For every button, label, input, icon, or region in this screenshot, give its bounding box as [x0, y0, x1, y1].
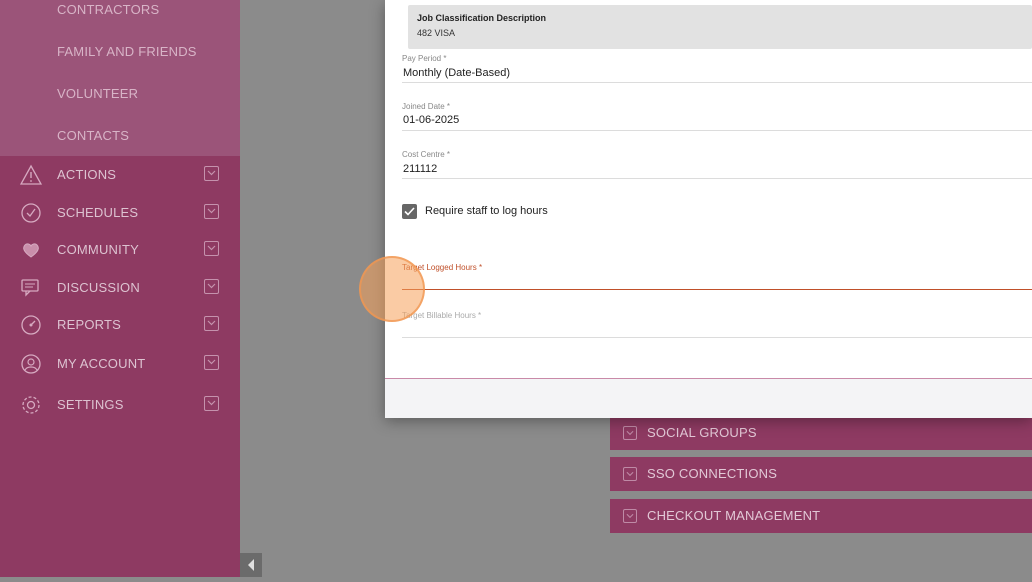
sidebar-item-actions[interactable]: ACTIONS — [0, 156, 240, 192]
click-cursor-indicator — [359, 256, 425, 322]
sidebar-collapse-button[interactable] — [240, 553, 262, 577]
cost-centre-label: Cost Centre * — [402, 150, 451, 159]
staff-details-modal: Job Classification Description 482 VISA … — [385, 0, 1032, 418]
sidebar-item-label: REPORTS — [57, 317, 122, 332]
clock-icon — [21, 203, 41, 223]
pay-period-field[interactable]: Pay Period * Monthly (Date-Based) — [402, 54, 1032, 84]
section-label: SOCIAL GROUPS — [647, 425, 757, 440]
job-classification-label: Job Classification Description — [417, 13, 547, 23]
joined-date-value[interactable]: 01-06-2025 — [403, 114, 459, 126]
section-sso-connections[interactable]: SSO CONNECTIONS — [610, 457, 1032, 491]
sidebar-item-label: ACTIONS — [57, 167, 117, 182]
warning-icon — [20, 164, 42, 185]
joined-date-label: Joined Date * — [402, 102, 451, 111]
section-label: CHECKOUT MANAGEMENT — [647, 508, 821, 523]
sidebar-item-schedules[interactable]: SCHEDULES — [0, 194, 240, 230]
sidebar-item-label: DISCUSSION — [57, 280, 140, 295]
modal-footer — [385, 378, 1032, 418]
cost-centre-field[interactable]: Cost Centre * 211112 — [402, 150, 1032, 180]
pay-period-value[interactable]: Monthly (Date-Based) — [403, 67, 510, 79]
job-classification-value: 482 VISA — [417, 28, 456, 38]
pay-period-label: Pay Period * — [402, 54, 447, 63]
submenu-item-contractors[interactable]: CONTRACTORS — [57, 2, 159, 17]
gauge-icon — [21, 315, 41, 335]
sidebar-item-label: SETTINGS — [57, 397, 124, 412]
sidebar-item-my-account[interactable]: MY ACCOUNT — [0, 345, 240, 381]
chevron-down-icon[interactable] — [204, 396, 219, 411]
chevron-left-icon — [248, 559, 254, 571]
submenu-item-contacts[interactable]: CONTACTS — [57, 128, 129, 143]
field-underline-active — [402, 289, 1032, 290]
job-classification-box: Job Classification Description 482 VISA — [408, 5, 1032, 49]
require-log-hours-label[interactable]: Require staff to log hours — [425, 205, 548, 217]
section-checkout-management[interactable]: CHECKOUT MANAGEMENT — [610, 499, 1032, 533]
submenu-item-family-and-friends[interactable]: FAMILY AND FRIENDS — [57, 44, 197, 59]
sidebar-item-settings[interactable]: SETTINGS — [0, 386, 240, 422]
gear-icon — [22, 396, 40, 414]
sidebar-item-community[interactable]: COMMUNITY — [0, 231, 240, 267]
chat-icon — [21, 279, 39, 297]
field-underline — [402, 82, 1032, 83]
chevron-down-icon[interactable] — [204, 316, 219, 331]
field-underline — [402, 337, 1032, 338]
chevron-down-icon[interactable] — [204, 355, 219, 370]
sidebar: CONTRACTORS FAMILY AND FRIENDS VOLUNTEER… — [0, 0, 240, 577]
sidebar-item-label: COMMUNITY — [57, 242, 139, 257]
field-underline — [402, 130, 1032, 131]
chevron-down-icon[interactable] — [204, 204, 219, 219]
cost-centre-value[interactable]: 211112 — [403, 163, 437, 175]
sidebar-item-reports[interactable]: REPORTS — [0, 306, 240, 342]
require-log-hours-checkbox[interactable] — [402, 204, 417, 219]
sidebar-submenu: CONTRACTORS FAMILY AND FRIENDS VOLUNTEER… — [0, 0, 240, 156]
target-logged-hours-field[interactable]: Target Logged Hours * — [402, 263, 1032, 293]
chevron-down-icon[interactable] — [204, 166, 219, 181]
user-icon — [21, 354, 41, 374]
submenu-item-volunteer[interactable]: VOLUNTEER — [57, 86, 138, 101]
field-underline — [402, 178, 1032, 179]
check-icon — [404, 207, 415, 216]
sidebar-item-label: SCHEDULES — [57, 205, 139, 220]
hearts-icon — [23, 243, 39, 258]
chevron-down-icon[interactable] — [204, 279, 219, 294]
section-social-groups[interactable]: SOCIAL GROUPS — [610, 416, 1032, 450]
section-label: SSO CONNECTIONS — [647, 466, 778, 481]
chevron-down-icon — [623, 467, 637, 481]
target-billable-hours-field[interactable]: Target Billable Hours * — [402, 311, 1032, 341]
joined-date-field[interactable]: Joined Date * 01-06-2025 — [402, 102, 1032, 132]
sidebar-item-discussion[interactable]: DISCUSSION — [0, 269, 240, 305]
sidebar-item-label: MY ACCOUNT — [57, 356, 146, 371]
chevron-down-icon — [623, 509, 637, 523]
chevron-down-icon[interactable] — [204, 241, 219, 256]
chevron-down-icon — [623, 426, 637, 440]
